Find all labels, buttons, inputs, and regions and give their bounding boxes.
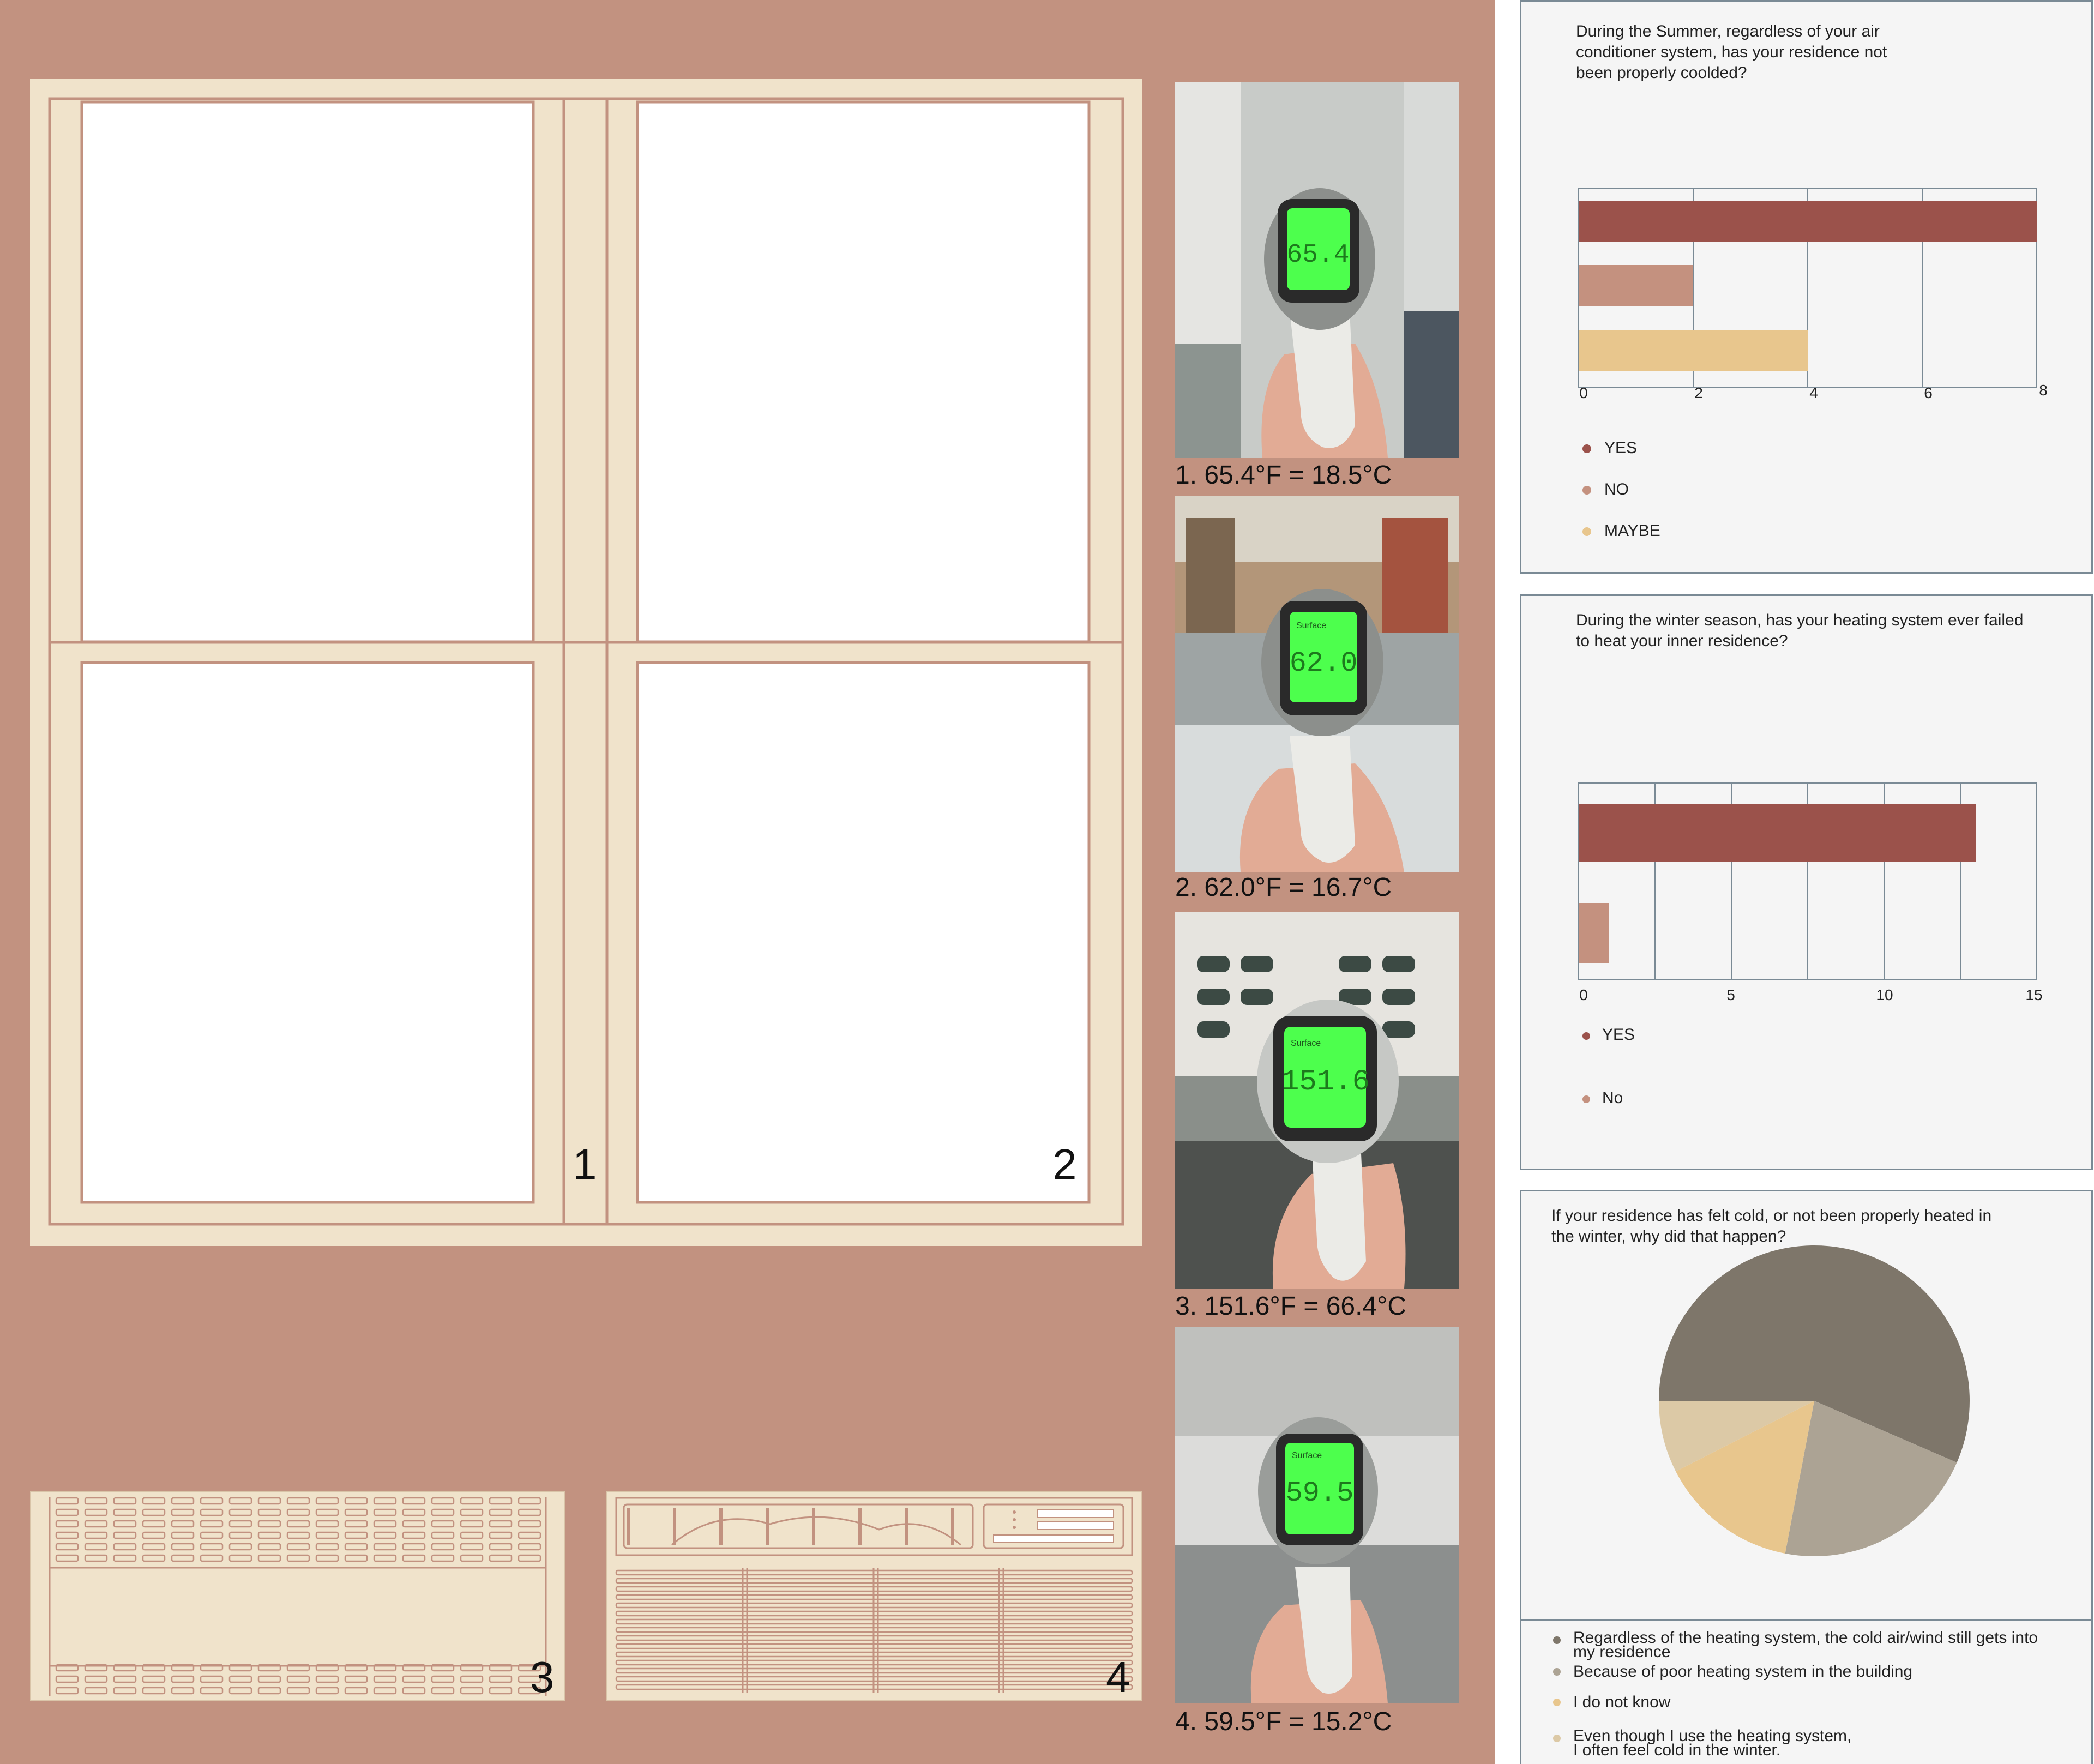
bar-yes [1579,804,1976,862]
photo-caption-2: 2. 62.0°F = 16.7°C [1175,873,1392,902]
chart1-tick-3: 6 [1924,384,1933,401]
chart1-legend-yes: YES [1604,439,1638,457]
thermo-display-3: 151.6 [1281,1065,1370,1099]
chart1-legend-no: NO [1604,480,1629,498]
survey-chart-winter-heating: During the winter season, has your heati… [1520,594,2093,1170]
bar-no [1579,903,1609,963]
bar-maybe [1579,330,1808,371]
photo-caption-3: 3. 151.6°F = 66.4°C [1175,1292,1406,1321]
chart1-tick-1: 2 [1694,384,1703,401]
survey-chart-cold-reasons: If your residence has felt cold, or not … [1520,1190,2093,1764]
radiator-body [30,1491,565,1701]
chart2-tick-2: 10 [1876,986,1893,1003]
chart2-tick-3: 15 [2025,986,2043,1003]
legend-dot-yes [1582,444,1591,453]
pie-legend-dot-3 [1553,1699,1561,1706]
ac-display [1037,1521,1114,1530]
ac-display [993,1534,1114,1543]
thermo-mode-label-2: Surface [1296,621,1326,630]
photo-caption-1: 1. 65.4°F = 18.5°C [1175,461,1392,490]
pie-legend-1: Regardless of the heating system, the co… [1573,1629,2038,1661]
window-diagram [30,79,1142,1246]
illustration-panel: 1 2 3 4 65.4 1. 65.4°F = 18.5°C Surface … [0,0,1495,1764]
radiator-cover-diagram [30,1491,565,1701]
chart2-bars [1578,782,2037,980]
pie-legend-dot-1 [1553,1636,1561,1644]
ac-button [1013,1510,1016,1514]
thermometer-photo-4: Surface 59.5 [1175,1327,1459,1703]
ac-button [1013,1526,1016,1529]
chart2-legend-yes: YES [1602,1026,1635,1044]
chart1-tick-2: 4 [1809,384,1818,401]
pie-legend-divider [1521,1619,2091,1621]
chart2-legend-no: No [1602,1089,1623,1107]
air-conditioner-diagram [606,1491,1142,1701]
unit-label-4: 4 [1106,1653,1130,1701]
legend-dot-maybe [1582,527,1591,536]
unit-label-3: 3 [530,1653,555,1701]
chart2-tick-1: 5 [1726,986,1735,1003]
pie-legend-4: Even though I use the heating system, I o… [1573,1727,1852,1759]
legend-dot-no-2 [1582,1095,1590,1103]
chart1-tick-4: 8 [2039,382,2048,399]
thermometer-photo-1: 65.4 [1175,82,1459,458]
photo-caption-4: 4. 59.5°F = 15.2°C [1175,1707,1392,1736]
ac-display [1037,1509,1114,1518]
chart1-legend-maybe: MAYBE [1604,522,1660,540]
ac-button [1013,1518,1016,1521]
thermo-display-2: 62.0 [1290,647,1358,679]
pie-legend-dot-2 [1553,1668,1561,1676]
thermometer-photo-3: Surface 151.6 [1175,912,1459,1289]
pie-legend-3: I do not know [1573,1693,1671,1711]
window-label-2: 2 [1052,1140,1077,1189]
window-label-1: 1 [573,1140,597,1189]
chart1-tick-0: 0 [1579,384,1588,401]
thermo-display-1: 65.4 [1286,240,1349,270]
legend-dot-no [1582,486,1591,495]
thermo-mode-label-3: Surface [1291,1039,1321,1048]
bar-no [1579,265,1693,306]
pie-legend-dot-4 [1553,1735,1561,1742]
bar-yes [1579,201,2037,242]
pie-legend-2: Because of poor heating system in the bu… [1573,1663,1913,1681]
thermo-display-4: 59.5 [1286,1477,1354,1509]
thermometer-photo-2: Surface 62.0 [1175,496,1459,872]
chart2-tick-0: 0 [1579,986,1588,1003]
survey-chart-summer-cooling: During the Summer, regardless of your ai… [1520,0,2093,574]
thermo-mode-label-4: Surface [1292,1451,1322,1460]
legend-dot-yes-2 [1582,1032,1590,1040]
